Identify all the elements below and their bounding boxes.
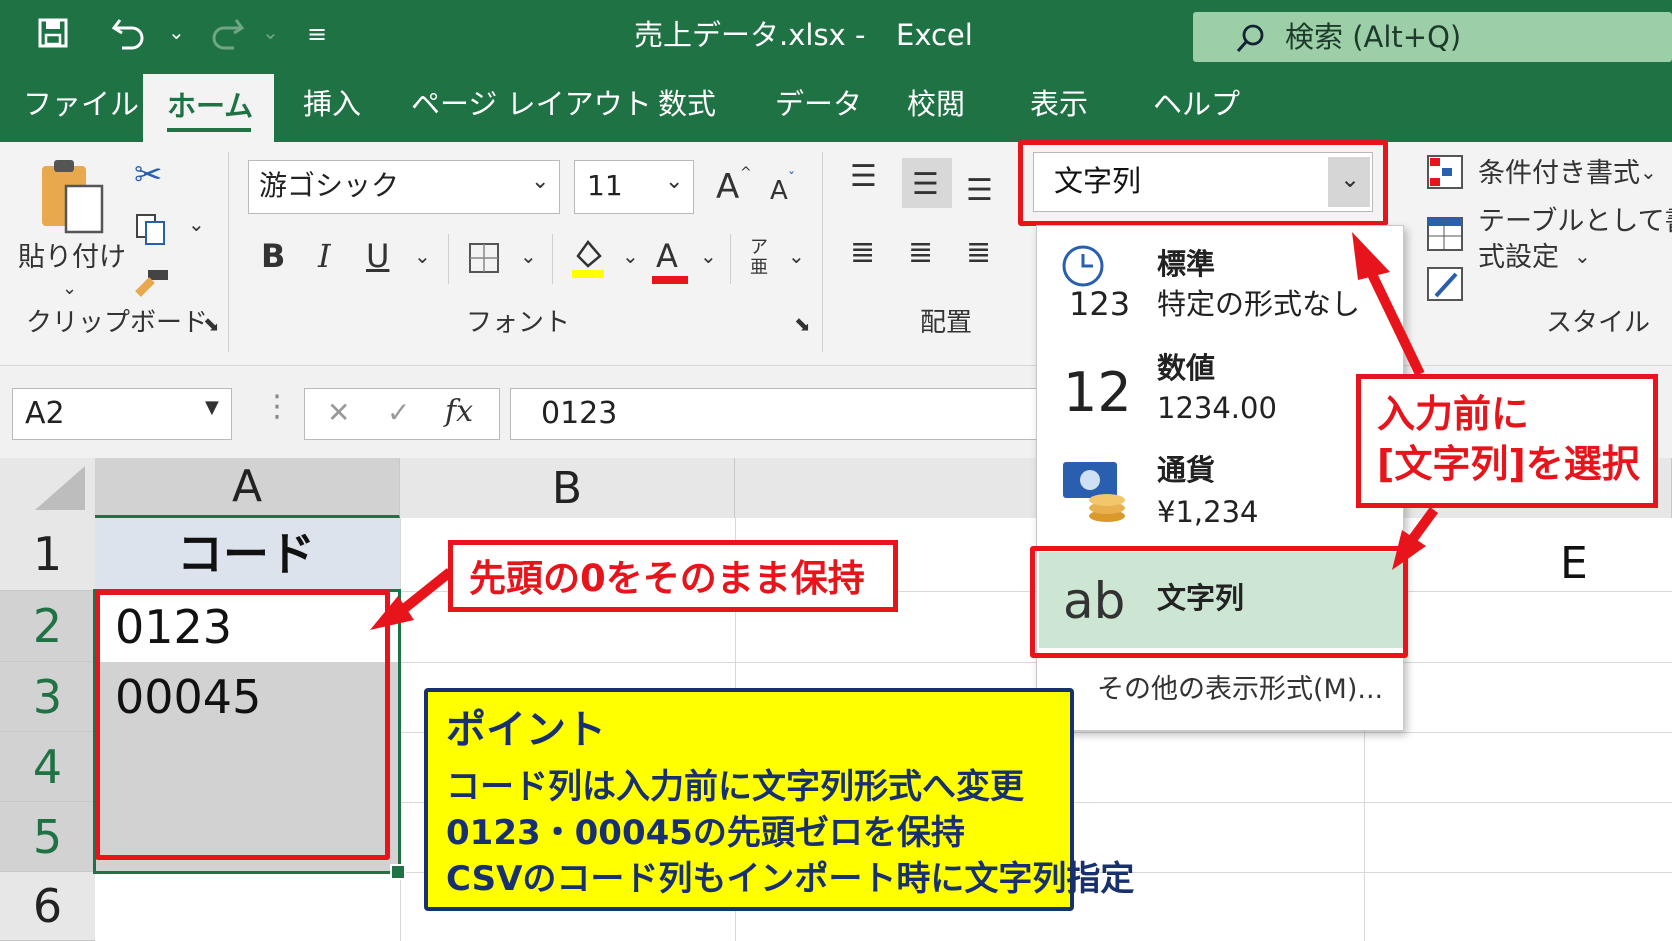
arrow-to-text-item: [1407, 507, 1439, 543]
callout-keep-zero: 先頭の0をそのまま保持: [448, 540, 898, 612]
point-note: ポイント コード列は入力前に文字列形式へ変更 0123・00045の先頭ゼロを保…: [424, 688, 1134, 911]
arrow-to-combo: [1365, 267, 1425, 377]
note-line-3: CSVのコード列もインポート時に文字列指定: [446, 859, 1135, 899]
callout-select-text: 入力前に [文字列]を選択: [1356, 374, 1658, 508]
arrowhead-combo: [1352, 232, 1390, 280]
note-line-2: 0123・00045の先頭ゼロを保持: [446, 813, 965, 853]
note-title: ポイント: [446, 707, 606, 753]
arrow-to-cells: [396, 568, 454, 616]
excel-window: ⌄ ⌄ ≡ 売上データ.xlsx - Excel 検索 (Alt+Q) ファイル…: [0, 0, 1672, 941]
callout-select-line1: 入力前に: [1377, 392, 1530, 436]
callout-select-line2: [文字列]を選択: [1377, 441, 1640, 486]
note-line-1: コード列は入力前に文字列形式へ変更: [446, 767, 1024, 807]
